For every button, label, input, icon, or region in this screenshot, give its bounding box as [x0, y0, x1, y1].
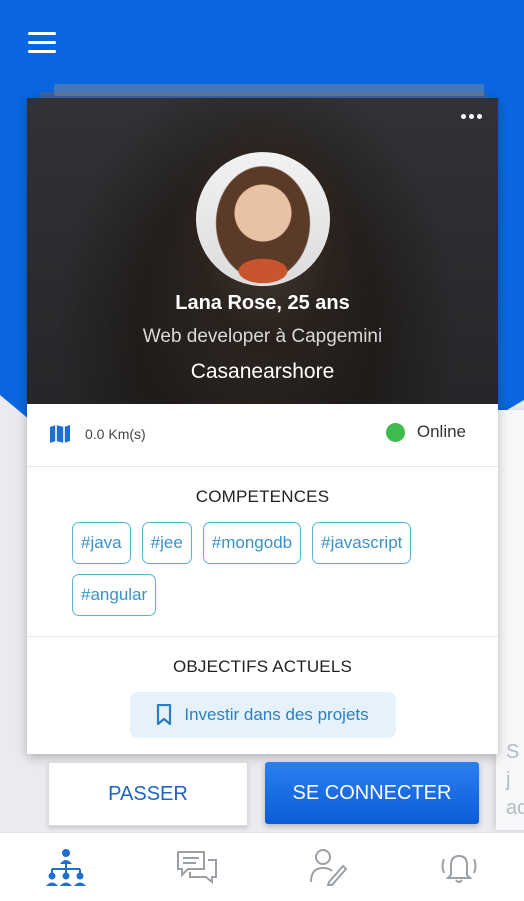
pass-button[interactable]: PASSER [48, 762, 248, 826]
avatar [196, 152, 330, 286]
more-icon[interactable] [461, 114, 482, 119]
skill-tag[interactable]: #java [72, 522, 131, 564]
chat-icon [176, 851, 217, 884]
profile-company: Casanearshore [190, 360, 335, 383]
network-icon [45, 849, 86, 886]
menu-icon[interactable] [28, 32, 56, 54]
skill-tag[interactable]: #angular [72, 574, 157, 616]
objectif-item[interactable]: Investir dans des projets [129, 692, 396, 738]
online-dot-icon [385, 422, 405, 442]
connect-button[interactable]: SE CONNECTER [265, 762, 479, 824]
bottom-navigation [0, 832, 524, 901]
notification-bell-icon [441, 854, 476, 883]
nav-profile[interactable] [298, 843, 358, 891]
map-icon [50, 425, 70, 443]
profile-card[interactable]: Lana Rose, 25 ans Web developer à Capgem… [27, 98, 498, 754]
status-indicator: Online [385, 422, 466, 442]
skill-tag[interactable]: #jee [141, 522, 192, 564]
objectif-label: Investir dans des projets [184, 705, 369, 724]
nav-notifications[interactable] [429, 843, 489, 891]
skill-tag[interactable]: #mongodb [202, 522, 302, 564]
competence-tags: #java #jee #mongodb #javascript #angular [27, 507, 498, 636]
card-stack-edge [54, 84, 484, 96]
nav-network[interactable] [36, 843, 96, 891]
objectifs-title: OBJECTIFS ACTUELS [172, 657, 353, 676]
profile-edit-icon [309, 849, 347, 886]
competences-section: COMPETENCES #java #jee #mongodb #javascr… [27, 467, 498, 637]
profile-name: Lana Rose, 25 ans [175, 292, 350, 314]
next-profile-card-text: S j ad [506, 741, 524, 819]
profile-job: Web developer à Capgemini [142, 326, 383, 347]
bookmark-icon [157, 704, 172, 726]
info-row: 0.0 Km(s) Online [27, 404, 498, 467]
competences-title: COMPETENCES [195, 487, 330, 506]
skill-tag[interactable]: #javascript [312, 522, 412, 564]
status-text: Online [416, 422, 466, 441]
distance-value: 0.0 Km(s) [85, 426, 146, 442]
profile-cover-photo: Lana Rose, 25 ans Web developer à Capgem… [27, 98, 498, 404]
distance-info: 0.0 Km(s) [49, 424, 146, 444]
nav-messages[interactable] [167, 843, 227, 891]
